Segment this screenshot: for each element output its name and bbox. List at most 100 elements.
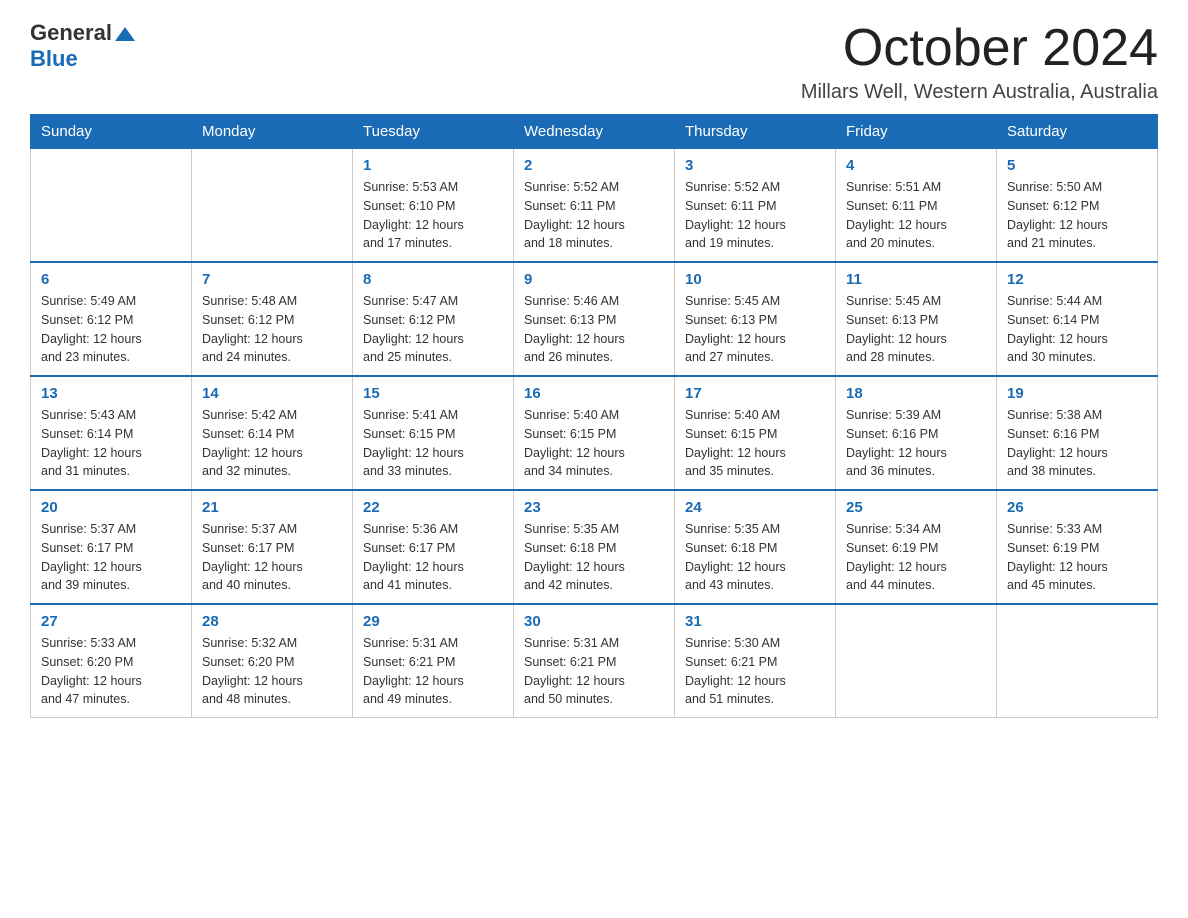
table-row [997, 604, 1158, 718]
calendar-header-row: Sunday Monday Tuesday Wednesday Thursday… [31, 115, 1158, 149]
day-info: Sunrise: 5:31 AMSunset: 6:21 PMDaylight:… [524, 634, 664, 709]
day-info: Sunrise: 5:37 AMSunset: 6:17 PMDaylight:… [41, 520, 181, 595]
table-row: 16 Sunrise: 5:40 AMSunset: 6:15 PMDayligh… [514, 376, 675, 490]
day-info: Sunrise: 5:40 AMSunset: 6:15 PMDaylight:… [685, 406, 825, 481]
page-header: General Blue October 2024 Millars Well, … [30, 20, 1158, 104]
day-number: 5 [1007, 157, 1147, 174]
table-row: 20 Sunrise: 5:37 AMSunset: 6:17 PMDayligh… [31, 490, 192, 604]
logo: General Blue [30, 20, 135, 72]
calendar-week-row: 6Sunrise: 5:49 AMSunset: 6:12 PMDaylight… [31, 262, 1158, 376]
logo-blue-text: Blue [30, 46, 78, 71]
table-row: 27 Sunrise: 5:33 AMSunset: 6:20 PMDayligh… [31, 604, 192, 718]
day-number: 24 [685, 499, 825, 516]
day-info: Sunrise: 5:38 AMSunset: 6:16 PMDaylight:… [1007, 406, 1147, 481]
calendar-week-row: 1 Sunrise: 5:53 AMSunset: 6:10 PMDaylight… [31, 149, 1158, 263]
day-number: 31 [685, 613, 825, 630]
day-number: 23 [524, 499, 664, 516]
table-row: 1 Sunrise: 5:53 AMSunset: 6:10 PMDaylight… [353, 149, 514, 263]
table-row [836, 604, 997, 718]
day-info: Sunrise: 5:44 AMSunset: 6:14 PMDaylight:… [1007, 292, 1147, 367]
day-info: Sunrise: 5:35 AMSunset: 6:18 PMDaylight:… [685, 520, 825, 595]
day-info: Sunrise: 5:51 AMSunset: 6:11 PMDaylight:… [846, 178, 986, 253]
day-number: 8 [363, 271, 503, 288]
day-number: 7 [202, 271, 342, 288]
day-info: Sunrise: 5:32 AMSunset: 6:20 PMDaylight:… [202, 634, 342, 709]
day-info: Sunrise: 5:52 AMSunset: 6:11 PMDaylight:… [685, 178, 825, 253]
day-info: Sunrise: 5:45 AMSunset: 6:13 PMDaylight:… [846, 292, 986, 367]
day-info: Sunrise: 5:30 AMSunset: 6:21 PMDaylight:… [685, 634, 825, 709]
day-number: 17 [685, 385, 825, 402]
day-info: Sunrise: 5:50 AMSunset: 6:12 PMDaylight:… [1007, 178, 1147, 253]
calendar-table: Sunday Monday Tuesday Wednesday Thursday… [30, 114, 1158, 718]
day-number: 3 [685, 157, 825, 174]
table-row: 29 Sunrise: 5:31 AMSunset: 6:21 PMDayligh… [353, 604, 514, 718]
table-row: 3 Sunrise: 5:52 AMSunset: 6:11 PMDaylight… [675, 149, 836, 263]
day-info: Sunrise: 5:48 AMSunset: 6:12 PMDaylight:… [202, 292, 342, 367]
day-number: 28 [202, 613, 342, 630]
day-info: Sunrise: 5:43 AMSunset: 6:14 PMDaylight:… [41, 406, 181, 481]
day-info: Sunrise: 5:39 AMSunset: 6:16 PMDaylight:… [846, 406, 986, 481]
table-row: 6Sunrise: 5:49 AMSunset: 6:12 PMDaylight… [31, 262, 192, 376]
day-number: 2 [524, 157, 664, 174]
day-info: Sunrise: 5:33 AMSunset: 6:20 PMDaylight:… [41, 634, 181, 709]
day-info: Sunrise: 5:52 AMSunset: 6:11 PMDaylight:… [524, 178, 664, 253]
day-number: 11 [846, 271, 986, 288]
table-row: 8Sunrise: 5:47 AMSunset: 6:12 PMDaylight… [353, 262, 514, 376]
day-number: 1 [363, 157, 503, 174]
day-info: Sunrise: 5:40 AMSunset: 6:15 PMDaylight:… [524, 406, 664, 481]
header-friday: Friday [836, 115, 997, 149]
header-thursday: Thursday [675, 115, 836, 149]
day-number: 13 [41, 385, 181, 402]
day-info: Sunrise: 5:35 AMSunset: 6:18 PMDaylight:… [524, 520, 664, 595]
table-row: 9 Sunrise: 5:46 AMSunset: 6:13 PMDaylight… [514, 262, 675, 376]
table-row: 28 Sunrise: 5:32 AMSunset: 6:20 PMDayligh… [192, 604, 353, 718]
day-number: 21 [202, 499, 342, 516]
calendar-week-row: 13 Sunrise: 5:43 AMSunset: 6:14 PMDayligh… [31, 376, 1158, 490]
table-row: 26 Sunrise: 5:33 AMSunset: 6:19 PMDayligh… [997, 490, 1158, 604]
table-row: 25 Sunrise: 5:34 AMSunset: 6:19 PMDayligh… [836, 490, 997, 604]
table-row: 12 Sunrise: 5:44 AMSunset: 6:14 PMDayligh… [997, 262, 1158, 376]
day-number: 30 [524, 613, 664, 630]
day-info: Sunrise: 5:34 AMSunset: 6:19 PMDaylight:… [846, 520, 986, 595]
table-row: 31 Sunrise: 5:30 AMSunset: 6:21 PMDayligh… [675, 604, 836, 718]
table-row: 4 Sunrise: 5:51 AMSunset: 6:11 PMDaylight… [836, 149, 997, 263]
day-number: 26 [1007, 499, 1147, 516]
day-number: 16 [524, 385, 664, 402]
table-row: 19 Sunrise: 5:38 AMSunset: 6:16 PMDayligh… [997, 376, 1158, 490]
header-monday: Monday [192, 115, 353, 149]
table-row: 10 Sunrise: 5:45 AMSunset: 6:13 PMDayligh… [675, 262, 836, 376]
day-number: 22 [363, 499, 503, 516]
table-row: 18Sunrise: 5:39 AMSunset: 6:16 PMDayligh… [836, 376, 997, 490]
table-row: 30 Sunrise: 5:31 AMSunset: 6:21 PMDayligh… [514, 604, 675, 718]
day-info: Sunrise: 5:41 AMSunset: 6:15 PMDaylight:… [363, 406, 503, 481]
location-title: Millars Well, Western Australia, Austral… [801, 81, 1158, 104]
day-number: 15 [363, 385, 503, 402]
table-row: 11 Sunrise: 5:45 AMSunset: 6:13 PMDayligh… [836, 262, 997, 376]
day-number: 4 [846, 157, 986, 174]
header-tuesday: Tuesday [353, 115, 514, 149]
day-info: Sunrise: 5:37 AMSunset: 6:17 PMDaylight:… [202, 520, 342, 595]
day-number: 12 [1007, 271, 1147, 288]
day-number: 10 [685, 271, 825, 288]
day-number: 25 [846, 499, 986, 516]
day-info: Sunrise: 5:33 AMSunset: 6:19 PMDaylight:… [1007, 520, 1147, 595]
day-number: 19 [1007, 385, 1147, 402]
day-info: Sunrise: 5:53 AMSunset: 6:10 PMDaylight:… [363, 178, 503, 253]
day-info: Sunrise: 5:46 AMSunset: 6:13 PMDaylight:… [524, 292, 664, 367]
day-number: 27 [41, 613, 181, 630]
title-block: October 2024 Millars Well, Western Austr… [801, 20, 1158, 104]
table-row: 7 Sunrise: 5:48 AMSunset: 6:12 PMDaylight… [192, 262, 353, 376]
day-number: 20 [41, 499, 181, 516]
day-info: Sunrise: 5:31 AMSunset: 6:21 PMDaylight:… [363, 634, 503, 709]
day-info: Sunrise: 5:49 AMSunset: 6:12 PMDaylight:… [41, 292, 181, 367]
logo-general-text: General [30, 20, 112, 46]
day-info: Sunrise: 5:42 AMSunset: 6:14 PMDaylight:… [202, 406, 342, 481]
table-row: 13 Sunrise: 5:43 AMSunset: 6:14 PMDayligh… [31, 376, 192, 490]
day-number: 29 [363, 613, 503, 630]
day-info: Sunrise: 5:45 AMSunset: 6:13 PMDaylight:… [685, 292, 825, 367]
table-row: 2 Sunrise: 5:52 AMSunset: 6:11 PMDaylight… [514, 149, 675, 263]
day-number: 9 [524, 271, 664, 288]
table-row: 21 Sunrise: 5:37 AMSunset: 6:17 PMDayligh… [192, 490, 353, 604]
table-row [31, 149, 192, 263]
table-row: 14Sunrise: 5:42 AMSunset: 6:14 PMDayligh… [192, 376, 353, 490]
